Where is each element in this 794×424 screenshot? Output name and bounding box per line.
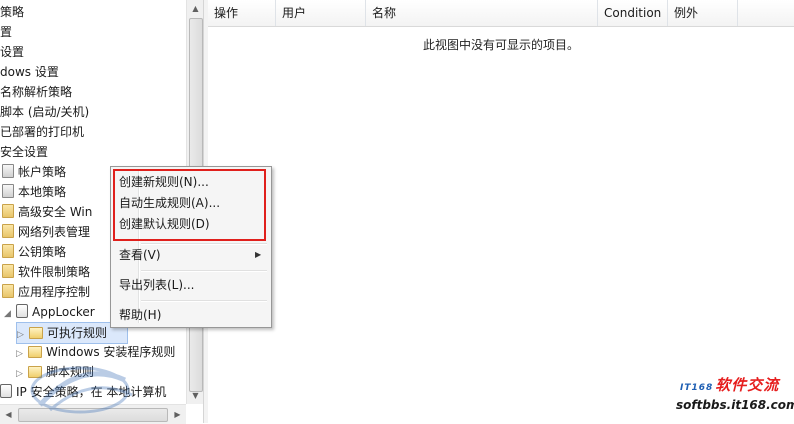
tree-item-software-restriction[interactable]: 软件限制策略 — [2, 262, 90, 282]
tree-item-firewall[interactable]: 高级安全 Win — [2, 202, 92, 222]
menu-item-create-default-rules[interactable]: 创建默认规则(D) — [119, 214, 210, 234]
column-header-exception[interactable]: 例外 — [668, 0, 738, 26]
policy-icon — [2, 224, 14, 238]
tree-item[interactable]: 已部署的打印机 — [0, 122, 84, 142]
policy-icon — [2, 164, 14, 178]
ipsec-icon — [0, 384, 12, 398]
scroll-left-icon[interactable]: ◀ — [0, 405, 17, 424]
tree-item[interactable]: 脚本 (启动/关机) — [0, 102, 89, 122]
policy-icon — [2, 284, 14, 298]
policy-icon — [2, 244, 14, 258]
watermark-url: softbbs.it168.com — [676, 398, 794, 412]
watermark-it168: IT168 软件交流 softbbs.it168.com — [650, 372, 794, 423]
watermark-logo-icon — [30, 366, 133, 414]
tree-item-app-control[interactable]: 应用程序控制 — [2, 282, 90, 302]
folder-icon — [29, 327, 43, 339]
policy-icon — [2, 264, 14, 278]
menu-item-export-list[interactable]: 导出列表(L)... — [119, 275, 195, 295]
submenu-arrow-icon: ▶ — [255, 250, 262, 259]
tree-item-applocker[interactable]: ◢ AppLocker — [4, 302, 95, 322]
menu-item-create-new-rule[interactable]: 创建新规则(N)... — [119, 172, 209, 192]
policy-icon — [2, 204, 14, 218]
results-list[interactable]: 操作 用户 名称 Condition 例外 此视图中没有可显示的项目。 — [208, 0, 794, 423]
menu-separator — [141, 270, 267, 272]
tree-item[interactable]: 安全设置 — [0, 142, 48, 162]
context-menu: 创建新规则(N)... 自动生成规则(A)... 创建默认规则(D) 查看(V)… — [110, 166, 272, 328]
column-header-name[interactable]: 名称 — [366, 0, 598, 26]
tree-item[interactable]: 名称解析策略 — [0, 82, 72, 102]
scroll-down-icon[interactable]: ▼ — [187, 387, 204, 404]
tree-item-network-list[interactable]: 网络列表管理 — [2, 222, 90, 242]
tree-item-account-policy[interactable]: 帐户策略 — [2, 162, 66, 182]
menu-item-view[interactable]: 查看(V) ▶ — [119, 245, 261, 265]
tree-item-public-key[interactable]: 公钥策略 — [2, 242, 66, 262]
tree-item[interactable]: 设置 — [0, 42, 24, 62]
column-header-user[interactable]: 用户 — [276, 0, 366, 26]
watermark-logo: IT168 软件交流 — [680, 376, 780, 394]
tree-item[interactable]: 策略 — [0, 2, 24, 22]
empty-list-message: 此视图中没有可显示的项目。 — [422, 38, 579, 52]
policy-icon — [2, 184, 14, 198]
menu-separator — [141, 300, 267, 302]
collapse-arrow-icon[interactable]: ◢ — [4, 304, 12, 324]
menu-item-help[interactable]: 帮助(H) — [119, 305, 161, 325]
applocker-icon — [16, 304, 28, 318]
menu-item-auto-generate-rules[interactable]: 自动生成规则(A)... — [119, 193, 220, 213]
column-header-action[interactable]: 操作 — [208, 0, 276, 26]
list-header: 操作 用户 名称 Condition 例外 — [208, 0, 794, 27]
tree-item[interactable]: 置 — [0, 22, 12, 42]
tree-item[interactable]: dows 设置 — [0, 62, 59, 82]
scroll-right-icon[interactable]: ▶ — [169, 405, 186, 424]
scroll-up-icon[interactable]: ▲ — [187, 0, 204, 17]
column-header-condition[interactable]: Condition — [598, 0, 668, 26]
tree-item-local-policy[interactable]: 本地策略 — [2, 182, 66, 202]
